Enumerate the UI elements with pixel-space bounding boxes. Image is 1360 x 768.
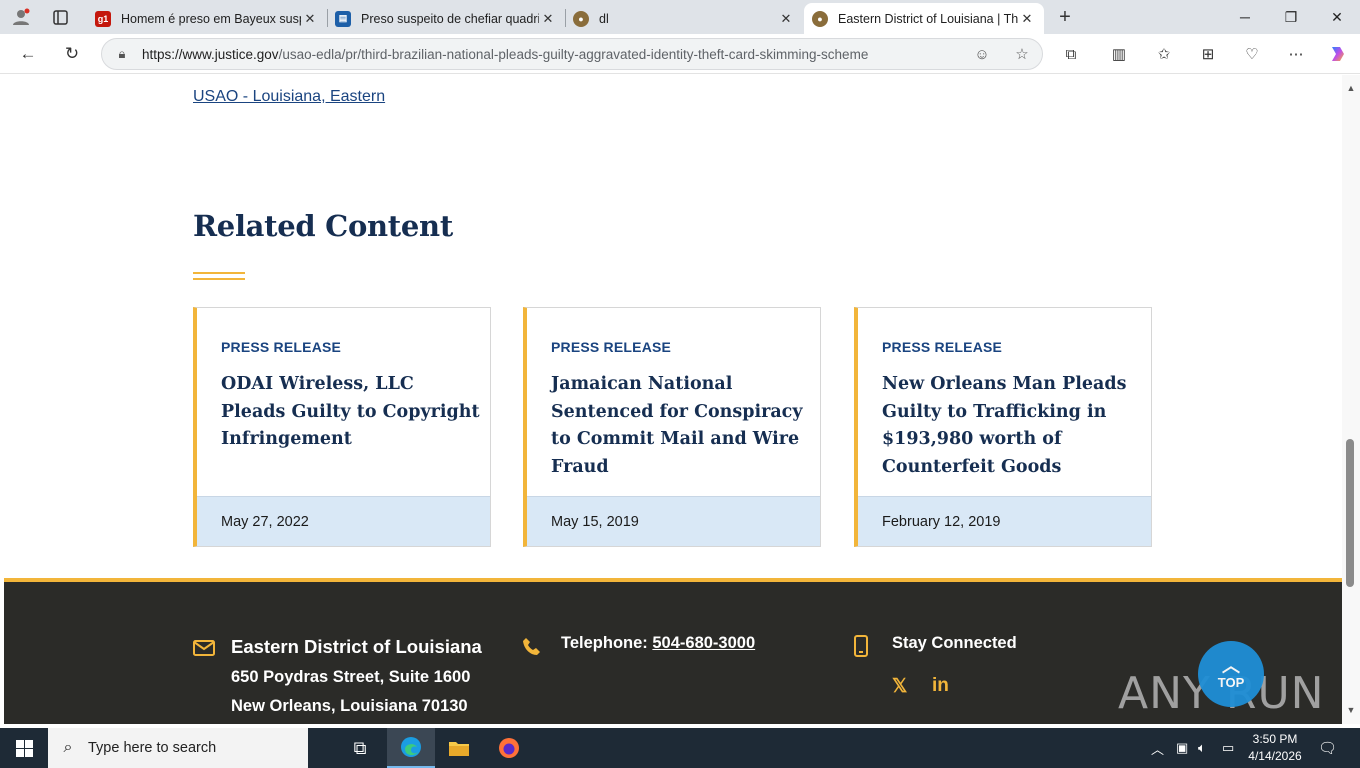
copilot-icon[interactable] (1324, 42, 1352, 66)
card-headline-link[interactable]: ODAI Wireless, LLC Pleads Guilty to Copy… (221, 371, 483, 454)
card-date: May 27, 2022 (197, 496, 490, 546)
card-kicker: PRESS RELEASE (221, 339, 342, 355)
tab-title: Homem é preso em Bayeux suspe (121, 11, 301, 26)
address-bar[interactable]: 🔒︎ https://www.justice.gov/usao-edla/pr/… (101, 38, 1043, 70)
taskbar-search-box[interactable]: ⌕ Type here to search (48, 728, 308, 768)
browser-tab-strip: g1 Homem é preso em Bayeux suspe ✕ ▤ Pre… (0, 0, 1360, 34)
heading-underline (193, 272, 245, 280)
card-kicker: PRESS RELEASE (551, 339, 672, 355)
tray-chevron-up-icon[interactable]: ︿ (1151, 728, 1164, 768)
related-content-heading: Related Content (193, 209, 453, 243)
telephone: Telephone: 504-680-3000 (561, 634, 755, 653)
browser-essentials-icon[interactable]: ♡ (1238, 42, 1266, 66)
notification-icon[interactable]: 🗨︎ (1318, 728, 1337, 768)
related-card-2[interactable]: PRESS RELEASE Jamaican National Sentence… (523, 307, 821, 547)
lock-icon[interactable]: 🔒︎ (102, 46, 142, 62)
close-window-icon[interactable]: ✕ (1314, 0, 1360, 34)
tab-3[interactable]: ● dl ✕ (565, 3, 803, 34)
windows-taskbar: ⌕ Type here to search ⧉ ︿ ▣ 🔈︎ ▭ 3:50 PM… (0, 728, 1360, 768)
card-date: May 15, 2019 (527, 496, 820, 546)
tab-1[interactable]: g1 Homem é preso em Bayeux suspe ✕ (87, 3, 327, 34)
clock-date: 4/14/2026 (1248, 749, 1302, 763)
tab-title: Preso suspeito de chefiar quadrilh (361, 11, 539, 26)
reader-mode-icon[interactable]: ☺ (962, 46, 1002, 63)
close-tab-icon[interactable]: ✕ (1018, 11, 1036, 27)
address-line-1: 650 Poydras Street, Suite 1600 (231, 668, 471, 686)
search-icon: ⌕ (63, 739, 73, 756)
card-headline-link[interactable]: Jamaican National Sentenced for Conspira… (551, 371, 813, 481)
top-label: TOP (1217, 674, 1245, 690)
url-path: /usao-edla/pr/third-brazilian-national-p… (278, 46, 869, 62)
close-tab-icon[interactable]: ✕ (539, 11, 557, 27)
split-screen-icon[interactable]: ▥ (1105, 42, 1133, 66)
refresh-icon[interactable]: ↻ (59, 42, 85, 66)
clock-time: 3:50 PM (1252, 732, 1298, 746)
mail-icon (193, 640, 215, 656)
card-headline-link[interactable]: New Orleans Man Pleads Guilty to Traffic… (882, 371, 1144, 481)
network-icon[interactable]: ▭ (1222, 728, 1234, 768)
related-card-1[interactable]: PRESS RELEASE ODAI Wireless, LLC Pleads … (193, 307, 491, 547)
back-arrow-icon[interactable]: ← (15, 42, 41, 66)
scrollbar-thumb[interactable] (1346, 439, 1354, 587)
file-explorer-icon[interactable] (435, 728, 483, 768)
profile-icon[interactable] (10, 6, 32, 28)
favorite-star-icon[interactable]: ☆ (1002, 45, 1042, 63)
restore-icon[interactable]: ❐ (1268, 0, 1314, 34)
tab-actions-icon[interactable] (49, 6, 71, 28)
related-card-3[interactable]: PRESS RELEASE New Orleans Man Pleads Gui… (854, 307, 1152, 547)
doj-seal-favicon-icon: ● (812, 10, 828, 27)
tab-title: Eastern District of Louisiana | Thir (838, 11, 1018, 26)
taskbar-clock[interactable]: 3:50 PM 4/14/2026 (1242, 731, 1308, 765)
firefox-icon[interactable] (485, 728, 533, 768)
minimize-icon[interactable]: ─ (1222, 0, 1268, 34)
back-to-top-button[interactable]: ︿ TOP (1198, 641, 1264, 707)
mobile-phone-icon (854, 635, 868, 657)
address-line-2: New Orleans, Louisiana 70130 (231, 697, 468, 715)
edge-taskbar-icon[interactable] (387, 728, 435, 768)
tab-title: dl (599, 11, 609, 26)
favorites-icon[interactable]: ✩ (1150, 42, 1178, 66)
page-viewport: USAO - Louisiana, Eastern Related Conten… (0, 75, 1342, 724)
stay-connected-label: Stay Connected (892, 634, 1017, 652)
news-favicon-icon: ▤ (335, 10, 351, 27)
x-twitter-icon[interactable]: 𝕏 (892, 675, 907, 698)
search-placeholder: Type here to search (88, 740, 217, 756)
component-link[interactable]: USAO - Louisiana, Eastern (193, 88, 385, 106)
new-tab-button[interactable]: + (1054, 6, 1076, 28)
chevron-up-icon: ︿ (1222, 655, 1240, 676)
windows-start-button[interactable] (0, 728, 48, 768)
close-tab-icon[interactable]: ✕ (777, 11, 795, 27)
extensions-icon[interactable]: ⧉ (1057, 42, 1085, 66)
doj-seal-favicon-icon: ● (573, 10, 589, 27)
telephone-label: Telephone: (561, 634, 653, 652)
browser-toolbar: ← ↻ 🔒︎ https://www.justice.gov/usao-edla… (0, 34, 1360, 74)
scroll-down-arrow-icon[interactable]: ▼ (1345, 705, 1357, 715)
office-name: Eastern District of Louisiana (231, 636, 482, 657)
close-tab-icon[interactable]: ✕ (301, 11, 319, 27)
card-date: February 12, 2019 (858, 496, 1151, 546)
g1-favicon-icon: g1 (95, 10, 111, 27)
more-menu-icon[interactable]: ⋯ (1282, 42, 1310, 66)
linkedin-icon[interactable]: in (932, 675, 949, 697)
telephone-link[interactable]: 504-680-3000 (652, 634, 755, 652)
page-scrollbar[interactable]: ▲ ▼ (1342, 75, 1360, 724)
meet-now-icon[interactable]: ▣ (1176, 728, 1188, 768)
tab-2[interactable]: ▤ Preso suspeito de chefiar quadrilh ✕ (327, 3, 565, 34)
scroll-up-arrow-icon[interactable]: ▲ (1345, 83, 1357, 93)
tab-4-active[interactable]: ● Eastern District of Louisiana | Thir ✕ (804, 3, 1044, 34)
task-view-icon[interactable]: ⧉ (336, 728, 384, 768)
url-text[interactable]: https://www.justice.gov/usao-edla/pr/thi… (142, 47, 962, 62)
url-host: https://www.justice.gov (142, 46, 279, 62)
card-kicker: PRESS RELEASE (882, 339, 1003, 355)
collections-icon[interactable]: ⊞ (1194, 42, 1222, 66)
phone-icon (522, 637, 542, 657)
volume-icon[interactable]: 🔈︎ (1198, 728, 1206, 768)
